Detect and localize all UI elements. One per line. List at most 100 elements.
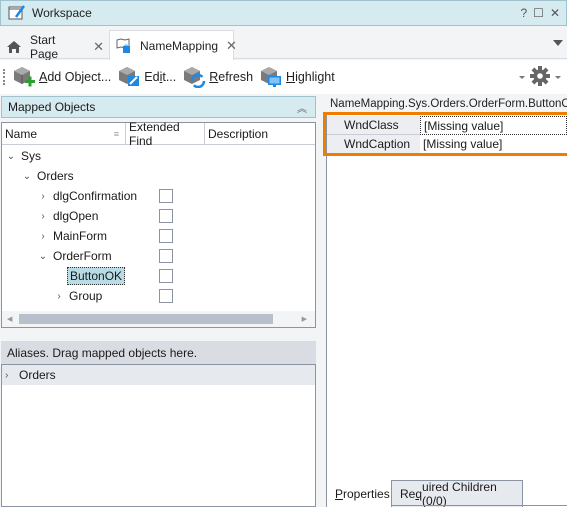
expand-chevron-icon[interactable]: ⌄ bbox=[6, 151, 16, 162]
alias-node-orders[interactable]: › Orders bbox=[2, 365, 315, 385]
extended-find-checkbox[interactable] bbox=[159, 229, 173, 243]
tree-node-orders[interactable]: ⌄ Orders bbox=[22, 166, 76, 186]
tree-node-group[interactable]: › Group bbox=[54, 286, 104, 306]
properties-tabstrip: Properties Re q uired Children (0/0) bbox=[327, 480, 523, 507]
mapped-objects-header: Mapped Objects ︽ bbox=[1, 96, 316, 118]
scroll-right-icon[interactable]: ▶ bbox=[302, 315, 307, 323]
tree-node-dlgopen[interactable]: › dlgOpen bbox=[38, 206, 100, 226]
close-button[interactable]: ✕ bbox=[550, 6, 560, 20]
expand-chevron-icon[interactable]: ⌄ bbox=[38, 251, 48, 262]
tab-namemapping[interactable]: NameMapping ✕ bbox=[109, 30, 237, 60]
window-titlebar: Workspace ? ☐ ✕ bbox=[0, 0, 567, 26]
home-icon bbox=[6, 39, 22, 55]
mnemonic: R bbox=[209, 70, 219, 84]
button-label: efresh bbox=[218, 70, 254, 84]
scrollbar-thumb[interactable] bbox=[19, 314, 273, 324]
expand-chevron-icon[interactable]: ⌄ bbox=[22, 171, 32, 182]
column-label: Description bbox=[208, 126, 269, 141]
mnemonic: q bbox=[415, 487, 423, 501]
horizontal-scrollbar[interactable]: ◀ ▶ bbox=[2, 311, 315, 327]
property-value-input[interactable]: [Missing value] bbox=[420, 135, 567, 154]
node-label: dlgOpen bbox=[53, 209, 99, 223]
name-mapping-icon bbox=[116, 37, 132, 54]
tree-node-mainform[interactable]: › MainForm bbox=[38, 226, 109, 246]
settings-dropdown-icon[interactable] bbox=[555, 75, 561, 79]
divider bbox=[391, 505, 567, 506]
close-tab-icon[interactable]: ✕ bbox=[226, 38, 237, 54]
button-label: t... bbox=[162, 70, 177, 84]
object-path: NameMapping.Sys.Orders.OrderForm.ButtonO… bbox=[330, 98, 567, 110]
extended-find-checkbox[interactable] bbox=[159, 249, 173, 263]
tree-node-sys[interactable]: ⌄ Sys bbox=[6, 146, 43, 166]
extended-find-checkbox[interactable] bbox=[159, 289, 173, 303]
collapsed-chevron-icon[interactable]: › bbox=[38, 191, 48, 202]
maximize-button[interactable]: ☐ bbox=[533, 6, 544, 20]
tab-label: Re bbox=[400, 487, 416, 501]
node-label: dlgConfirmation bbox=[53, 189, 138, 203]
extended-find-checkbox[interactable] bbox=[159, 189, 173, 203]
tab-properties[interactable]: Properties bbox=[327, 480, 391, 507]
button-label: dd Object... bbox=[47, 70, 112, 84]
column-header-extended-find[interactable]: Extended Find bbox=[126, 120, 205, 148]
collapse-panel-icon[interactable]: ︽ bbox=[297, 100, 307, 115]
tab-label: roperties bbox=[343, 486, 390, 501]
aliases-tree[interactable]: › Orders bbox=[1, 364, 316, 507]
property-row-wndclass[interactable]: WndClass [Missing value] bbox=[327, 116, 567, 135]
edit-icon bbox=[117, 66, 141, 88]
node-label: Orders bbox=[37, 169, 74, 183]
property-row-wndcaption[interactable]: WndCaption [Missing value] bbox=[327, 135, 567, 154]
tab-label: NameMapping bbox=[140, 38, 219, 53]
button-label: ighlight bbox=[295, 70, 335, 84]
node-label: Group bbox=[69, 289, 103, 303]
tree-node-orderform[interactable]: ⌄ OrderForm bbox=[38, 246, 114, 266]
close-tab-icon[interactable]: ✕ bbox=[93, 39, 104, 55]
column-header-description[interactable]: Description bbox=[205, 123, 315, 144]
collapsed-chevron-icon[interactable]: › bbox=[38, 231, 48, 242]
help-button[interactable]: ? bbox=[520, 6, 527, 20]
extended-find-checkbox[interactable] bbox=[159, 269, 173, 283]
tree-node-dlgconfirmation[interactable]: › dlgConfirmation bbox=[38, 186, 139, 206]
property-name: WndClass bbox=[327, 116, 420, 135]
scroll-left-icon[interactable]: ◀ bbox=[7, 315, 12, 323]
button-label: Ed bbox=[144, 70, 160, 84]
mapped-objects-title: Mapped Objects bbox=[8, 100, 96, 114]
workspace-icon bbox=[8, 5, 26, 21]
toolbar: Add Object... Edit... Refresh Highlight bbox=[0, 60, 567, 94]
edit-button[interactable]: Edit... bbox=[117, 66, 176, 88]
highlight-button[interactable]: Highlight bbox=[259, 66, 335, 88]
tab-label: uired Children (0/0) bbox=[422, 480, 497, 507]
refresh-icon bbox=[182, 66, 206, 89]
gear-icon[interactable] bbox=[529, 65, 551, 90]
property-value-input[interactable]: [Missing value] bbox=[420, 116, 567, 135]
node-label: Orders bbox=[19, 368, 56, 382]
toolbar-overflow-dropdown-icon[interactable] bbox=[519, 75, 525, 79]
tree-node-buttonok[interactable]: ButtonOK bbox=[54, 266, 126, 286]
tab-start-page[interactable]: Start Page ✕ bbox=[0, 32, 104, 61]
refresh-button[interactable]: Refresh bbox=[182, 66, 254, 89]
collapsed-chevron-icon[interactable]: › bbox=[5, 370, 15, 381]
add-object-button[interactable]: Add Object... bbox=[12, 66, 111, 88]
node-label: OrderForm bbox=[53, 249, 112, 263]
mapped-objects-tree[interactable]: Name ≡ Extended Find Description ⌄ Sys ⌄… bbox=[1, 120, 316, 328]
window-title: Workspace bbox=[32, 6, 92, 20]
tab-list-dropdown-icon[interactable] bbox=[553, 40, 563, 46]
extended-find-checkbox[interactable] bbox=[159, 209, 173, 223]
mnemonic: H bbox=[286, 70, 296, 84]
document-tabstrip: Start Page ✕ NameMapping ✕ bbox=[0, 30, 567, 61]
mnemonic: P bbox=[335, 486, 344, 501]
column-header-name[interactable]: Name ≡ bbox=[2, 123, 126, 144]
node-label: MainForm bbox=[53, 229, 108, 243]
column-label: Name bbox=[5, 126, 38, 141]
highlight-icon bbox=[259, 66, 283, 88]
sort-icon[interactable]: ≡ bbox=[114, 129, 119, 139]
tab-label: Start Page bbox=[30, 32, 59, 61]
column-label: Extended Find bbox=[129, 119, 180, 148]
properties-panel bbox=[326, 113, 567, 507]
collapsed-chevron-icon[interactable]: › bbox=[54, 291, 64, 302]
collapsed-chevron-icon[interactable]: › bbox=[38, 211, 48, 222]
node-label: ButtonOK bbox=[67, 267, 126, 285]
grid-header: Name ≡ Extended Find Description bbox=[2, 120, 315, 148]
tab-required-children[interactable]: Re q uired Children (0/0) bbox=[391, 480, 523, 507]
property-name: WndCaption bbox=[327, 135, 420, 154]
toolbar-grip[interactable] bbox=[3, 69, 6, 85]
